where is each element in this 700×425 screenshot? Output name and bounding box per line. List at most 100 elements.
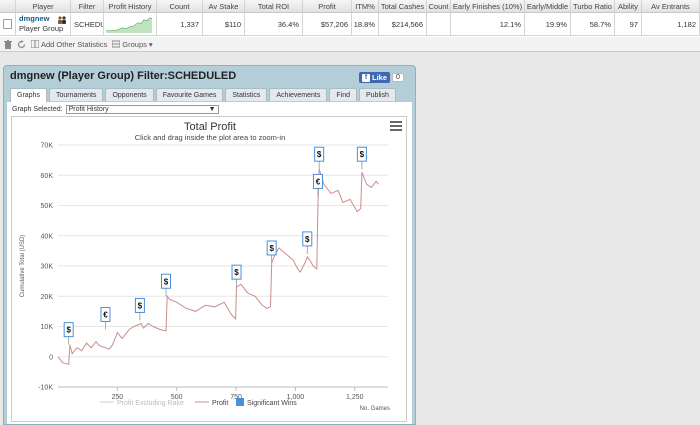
header-profit[interactable]: Profit <box>303 0 352 12</box>
header-count[interactable]: Count <box>157 0 203 12</box>
significant-win-currency: $ <box>317 150 322 159</box>
y-tick-label: 50K <box>41 203 54 210</box>
tab-graphs[interactable]: Graphs <box>10 88 47 102</box>
significant-win-currency: $ <box>269 244 274 253</box>
profit-history-cell[interactable] <box>104 13 157 35</box>
facebook-icon: f <box>362 73 370 82</box>
header-profit-history[interactable]: Profit History <box>104 0 157 12</box>
y-tick-label: 40K <box>41 233 54 240</box>
filter-cell: SCHEDU <box>71 13 104 35</box>
chart-subtitle: Click and drag inside the plot area to z… <box>135 133 286 142</box>
groups-dropdown[interactable]: Groups ▾ <box>112 39 153 49</box>
player-name-link[interactable]: dmgnew <box>19 14 49 24</box>
facebook-like-label: Like <box>372 73 388 82</box>
row-checkbox[interactable] <box>3 19 12 29</box>
profit-cell: $57,206 <box>303 13 352 35</box>
tab-publish[interactable]: Publish <box>358 88 396 101</box>
graph-selector: Graph Selected: Profit History ▼ <box>12 105 219 114</box>
panel-title: dmgnew (Player Group) Filter:SCHEDULED <box>10 70 237 82</box>
chart-title: Total Profit <box>184 121 236 133</box>
series-line-profit <box>57 169 379 365</box>
header-av-entrants[interactable]: Av Entrants <box>642 0 700 12</box>
significant-win-currency: $ <box>138 301 143 310</box>
significant-win-currency: $ <box>360 150 365 159</box>
header-turbo-ratio[interactable]: Turbo Ratio <box>571 0 615 12</box>
header-total-cashes[interactable]: Total Cashes <box>379 0 427 12</box>
header-early-middle[interactable]: Early/Middle <box>525 0 571 12</box>
tab-statistics[interactable]: Statistics <box>225 88 268 101</box>
profit-history-sparkline[interactable] <box>106 16 153 33</box>
itm-cell: 18.8% <box>352 13 379 35</box>
chevron-down-icon: ▾ <box>148 39 153 49</box>
player-group-icon <box>58 16 66 24</box>
facebook-like[interactable]: f Like 0 <box>359 72 404 83</box>
y-tick-label: 70K <box>41 143 54 150</box>
legend-profit: Profit <box>212 400 228 407</box>
header-player[interactable]: Player <box>16 0 71 12</box>
tab-find[interactable]: Find <box>329 88 357 101</box>
significant-win-currency: $ <box>164 277 169 286</box>
facebook-like-button[interactable]: f Like <box>359 72 391 83</box>
significant-win-currency: $ <box>234 268 239 277</box>
legend-wins: Significant Wins <box>247 400 297 407</box>
table-row[interactable]: dmgnew Player Group SCHEDU 1,337 $110 36… <box>0 13 700 36</box>
stats-table: Player Filter Profit History Count Av St… <box>0 0 700 52</box>
add-columns-icon <box>31 40 39 48</box>
graphs-tab-content: Graph Selected: Profit History ▼ Total P… <box>7 102 412 424</box>
ability-cell: 97 <box>615 13 642 35</box>
legend-swatch-wins <box>236 398 244 406</box>
total-cashes-cell: $214,566 <box>379 13 427 35</box>
early-middle-cell: 19.9% <box>525 13 571 35</box>
panel-tabs: Graphs Tournaments Opponents Favourite G… <box>10 88 396 102</box>
tab-opponents[interactable]: Opponents <box>105 88 154 101</box>
graph-select[interactable]: Profit History ▼ <box>65 105 219 114</box>
header-count-2[interactable]: Count <box>427 0 451 12</box>
groups-label: Groups <box>122 39 147 49</box>
tab-tournaments[interactable]: Tournaments <box>48 88 104 101</box>
av-stake-cell: $110 <box>203 13 245 35</box>
y-tick-label: 30K <box>41 264 54 271</box>
y-tick-label: 0 <box>49 354 53 361</box>
row-checkbox-cell <box>0 13 16 35</box>
tab-favourite-games[interactable]: Favourite Games <box>155 88 224 101</box>
header-itm[interactable]: ITM% <box>352 0 379 12</box>
x-axis-label: No. Games <box>360 406 390 412</box>
trash-icon[interactable] <box>4 39 12 49</box>
count-2-cell <box>427 13 451 35</box>
x-tick-label: 1,250 <box>346 394 364 401</box>
legend-excl-rake: Profit Excluding Rake <box>117 400 184 407</box>
header-av-stake[interactable]: Av Stake <box>203 0 245 12</box>
header-early-finishes[interactable]: Early Finishes (10%) <box>451 0 525 12</box>
add-statistics-button[interactable]: Add Other Statistics <box>31 40 107 49</box>
y-tick-label: 10K <box>41 324 54 331</box>
header-select <box>0 0 16 12</box>
header-ability[interactable]: Ability <box>615 0 642 12</box>
turbo-ratio-cell: 58.7% <box>571 13 615 35</box>
total-roi-cell: 36.4% <box>245 13 303 35</box>
header-filter[interactable]: Filter <box>71 0 104 12</box>
av-entrants-cell: 1,182 <box>642 13 700 35</box>
graph-selected-label: Graph Selected: <box>12 106 63 113</box>
header-total-roi[interactable]: Total ROI <box>245 0 303 12</box>
table-header-row: Player Filter Profit History Count Av St… <box>0 0 700 13</box>
player-type: Player Group <box>19 24 64 33</box>
profit-chart[interactable]: Total ProfitClick and drag inside the pl… <box>12 117 406 421</box>
player-panel: dmgnew (Player Group) Filter:SCHEDULED f… <box>3 65 416 425</box>
refresh-icon[interactable] <box>17 39 26 49</box>
early-finishes-cell: 12.1% <box>451 13 525 35</box>
groups-icon <box>112 40 121 48</box>
graph-select-value: Profit History <box>68 106 109 113</box>
significant-win-currency: € <box>316 177 321 186</box>
y-tick-label: 60K <box>41 173 54 180</box>
significant-win-currency: $ <box>305 235 310 244</box>
count-cell: 1,337 <box>157 13 203 35</box>
chart-menu-icon[interactable] <box>390 121 402 131</box>
chevron-down-icon: ▼ <box>208 106 216 113</box>
add-statistics-label: Add Other Statistics <box>41 39 108 49</box>
table-toolbar: Add Other Statistics Groups ▾ <box>0 37 700 52</box>
player-cell[interactable]: dmgnew Player Group <box>16 13 71 35</box>
tab-achievements[interactable]: Achievements <box>269 88 328 101</box>
y-axis-label: Cumulative Total (USD) <box>20 235 26 298</box>
y-tick-label: 20K <box>41 294 54 301</box>
chart-container[interactable]: Total Profit Click and drag inside the pl… <box>11 116 407 422</box>
